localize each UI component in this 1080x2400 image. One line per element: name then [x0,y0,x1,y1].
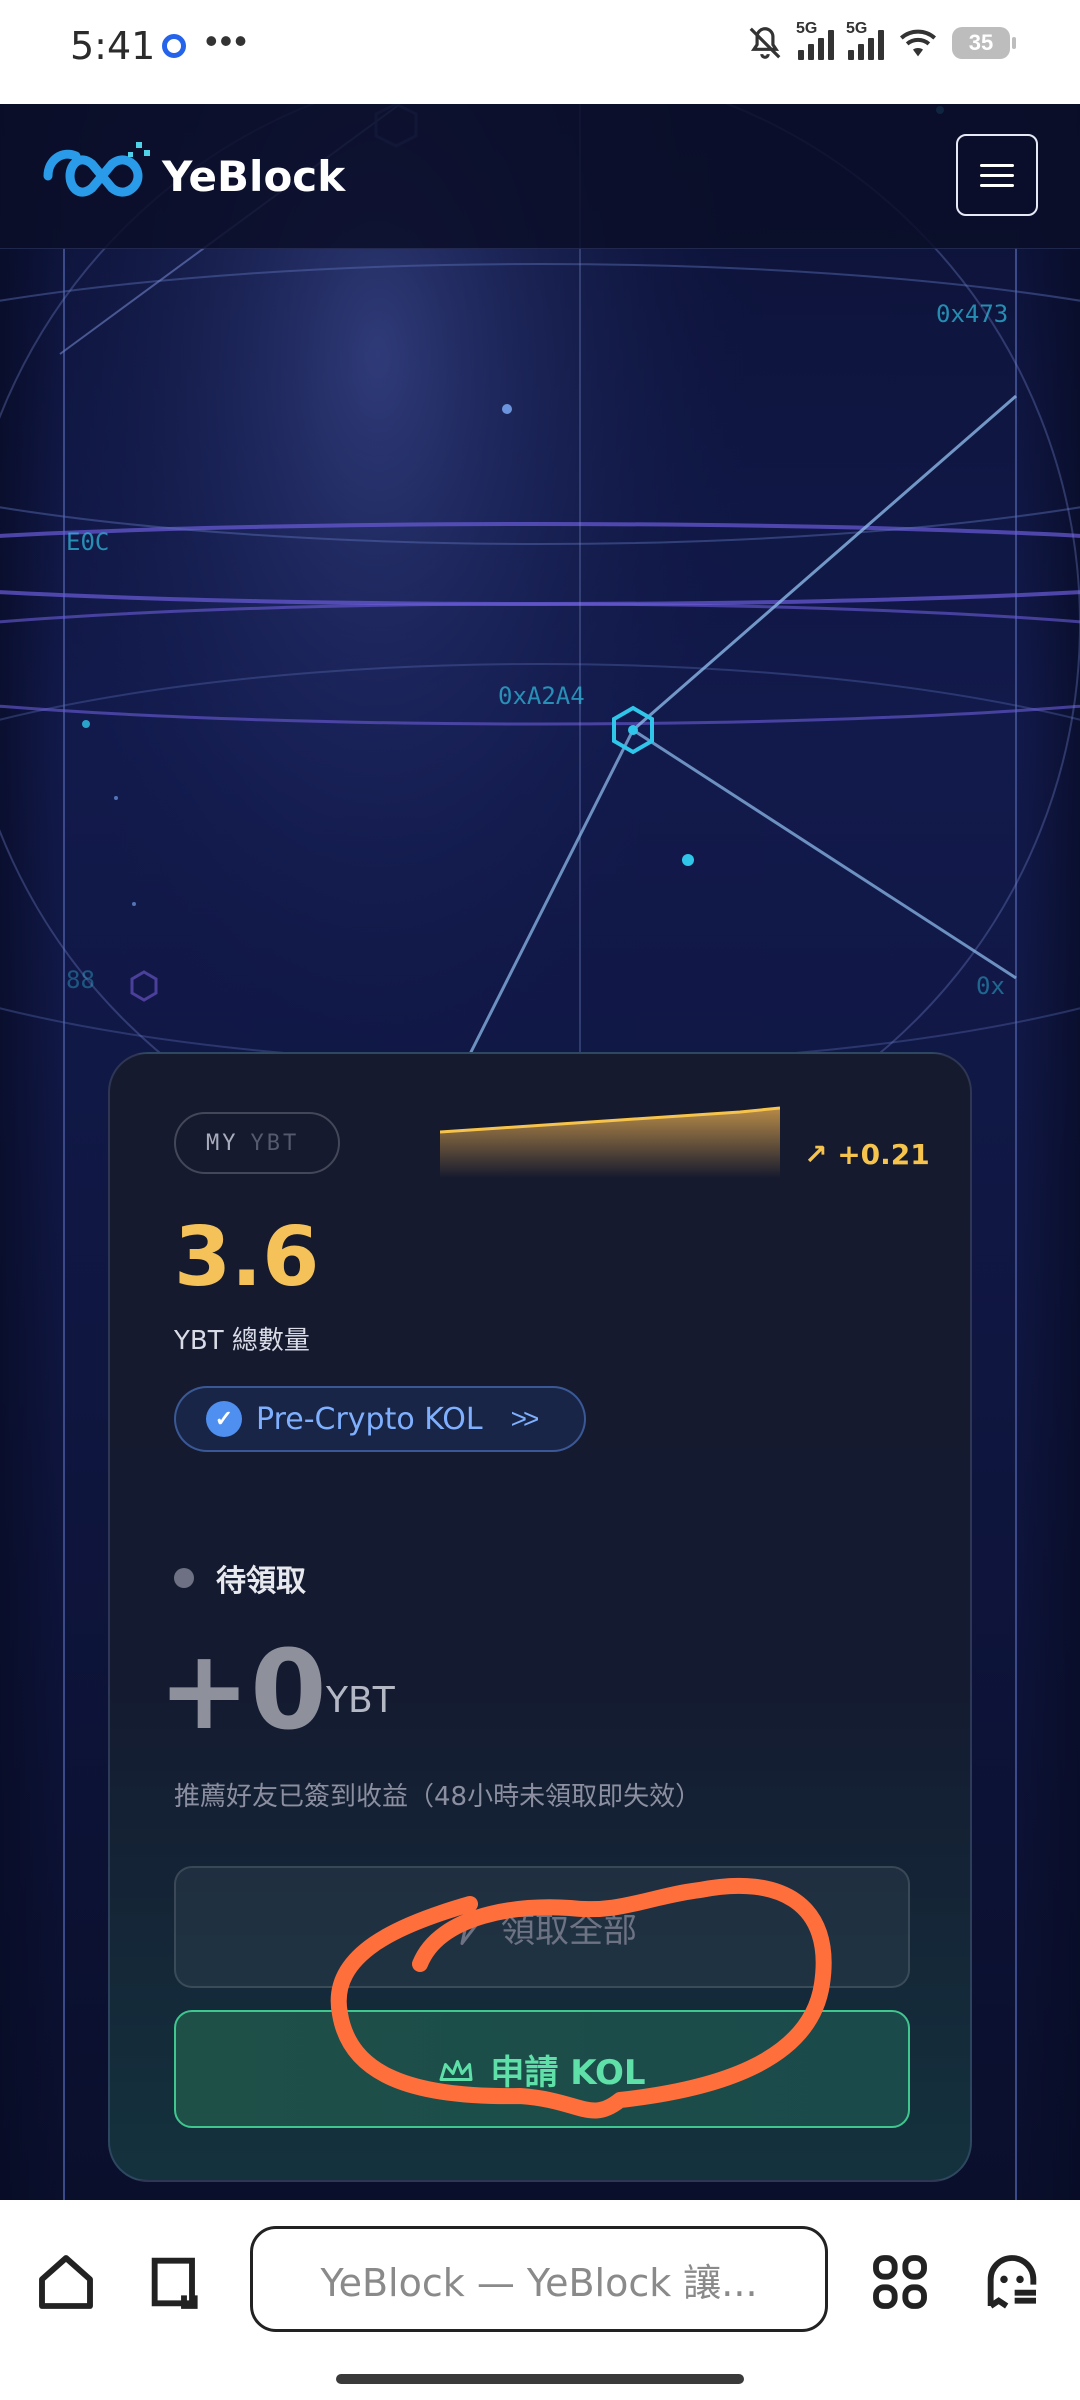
apps-grid-icon[interactable] [868,2250,932,2314]
apply-kol-button[interactable]: 申請 KOL [174,2010,910,2128]
app-indicator-icon [162,34,186,58]
wifi-icon [900,29,936,57]
infinity-logo-icon [43,142,150,197]
hash-label: 0x [976,972,1005,1000]
pending-label: 待領取 [216,1564,306,1599]
logo-text: YeBlock [162,151,346,201]
token-pill-prefix: MY [206,1130,239,1156]
hash-label: E0C [66,528,110,556]
pending-amount: +0 [158,1626,327,1754]
total-balance: 3.6 [174,1210,320,1305]
claim-all-button[interactable]: 領取全部 [174,1866,910,1988]
change-indicator: ↗ +0.21 [804,1138,930,1171]
tabs-icon[interactable] [144,2250,208,2314]
crown-chart-icon [439,2060,473,2081]
menu-button[interactable] [956,134,1038,216]
balance-card: MY YBT ↗ +0.21 3.6 YBT 總數量 ✓ Pre-Crypto … [108,1052,972,2182]
chevrons-right-icon: >> [510,1403,540,1434]
pending-note: 推薦好友已簽到收益（48小時未領取即失效） [174,1782,702,1812]
pending-unit: YBT [326,1680,395,1721]
hash-label: 0xA2A4 [498,682,585,710]
site-logo[interactable]: YeBlock [40,138,345,214]
ghost-menu-icon[interactable] [980,2250,1044,2314]
browser-toolbar: YeBlock — YeBlock 讓... [0,2200,1080,2400]
battery-icon: 35 [952,27,1016,59]
verified-check-icon: ✓ [206,1401,242,1437]
apply-kol-label: 申請 KOL [490,2052,646,2093]
hash-label: 0x473 [936,300,1009,328]
site-header: YeBlock [0,104,1080,249]
cell-signal-1-icon: 5G [796,20,834,60]
sparkline-chart [440,1106,780,1178]
hash-label: 88 [66,966,95,994]
total-balance-caption: YBT 總數量 [174,1326,310,1356]
change-value: +0.21 [837,1138,930,1171]
gesture-home-indicator[interactable] [336,2374,744,2384]
token-pill: MY YBT [174,1112,340,1174]
mute-icon [749,27,781,59]
home-icon[interactable] [34,2250,98,2314]
status-time: 5:41 [70,24,156,68]
kol-badge[interactable]: ✓ Pre-Crypto KOL >> [174,1386,586,1452]
token-pill-suffix: YBT [250,1130,300,1156]
more-notifications-icon: ••• [205,20,249,61]
status-bar: 5:41 ••• 5G 5G 35 [0,0,1080,104]
web-page[interactable]: 0x473 E0C 0xA2A4 88 0x YeBlock MY YBT ↗ … [0,104,1080,2200]
claim-all-label: 領取全部 [501,1910,637,1951]
status-dot [174,1568,194,1588]
lightning-icon [451,1909,479,1945]
cell-signal-2-icon: 5G [846,20,884,60]
trend-up-icon: ↗ [804,1138,828,1171]
hamburger-icon [980,163,1014,167]
address-bar[interactable]: YeBlock — YeBlock 讓... [250,2226,828,2332]
kol-badge-label: Pre-Crypto KOL [256,1401,483,1437]
